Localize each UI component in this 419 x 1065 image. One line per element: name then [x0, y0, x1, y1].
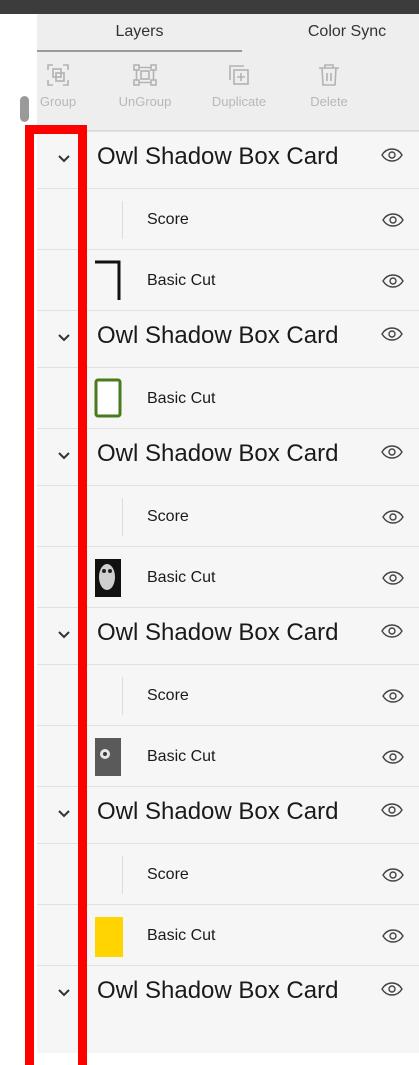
- layer-item-label: Score: [147, 687, 189, 704]
- layer-group-row[interactable]: Owl Shadow Box Card: [37, 131, 419, 189]
- duplicate-button[interactable]: Duplicate: [194, 62, 284, 122]
- layer-group-title: Owl Shadow Box Card: [97, 440, 339, 467]
- layer-tree-line: [122, 498, 123, 536]
- highlight-annotation: [25, 125, 87, 1065]
- layer-item-label: Basic Cut: [147, 569, 216, 586]
- layer-item-label: Score: [147, 211, 189, 228]
- layer-item-row[interactable]: Basic Cut: [37, 249, 419, 311]
- eye-icon[interactable]: [381, 148, 403, 162]
- layer-item-label: Score: [147, 508, 189, 525]
- layer-group-row[interactable]: Owl Shadow Box Card: [37, 310, 419, 368]
- layer-group-row[interactable]: Owl Shadow Box Card: [37, 965, 419, 1023]
- window-top-bar: [0, 0, 419, 14]
- eye-icon[interactable]: [382, 750, 404, 764]
- layer-item-row[interactable]: Score: [37, 843, 419, 905]
- layer-item-row[interactable]: Score: [37, 664, 419, 726]
- group-label: Group: [39, 94, 77, 109]
- layer-item-label: Basic Cut: [147, 272, 216, 289]
- layer-item-row[interactable]: Basic Cut: [37, 725, 419, 787]
- duplicate-label: Duplicate: [211, 94, 267, 109]
- layer-group-title: Owl Shadow Box Card: [97, 798, 339, 825]
- eye-icon[interactable]: [382, 868, 404, 882]
- eye-icon[interactable]: [382, 274, 404, 288]
- layer-item-label: Score: [147, 866, 189, 883]
- eye-icon[interactable]: [382, 929, 404, 943]
- layer-item-row[interactable]: Basic Cut: [37, 367, 419, 429]
- layer-item-label: Basic Cut: [147, 390, 216, 407]
- tab-layers[interactable]: Layers: [37, 14, 242, 52]
- layer-thumbnail: [95, 260, 121, 300]
- layer-group-row[interactable]: Owl Shadow Box Card: [37, 607, 419, 665]
- layer-item-label: Basic Cut: [147, 748, 216, 765]
- layer-thumbnail: [95, 559, 121, 597]
- ungroup-icon: [133, 64, 157, 86]
- layer-group-row[interactable]: Owl Shadow Box Card: [37, 786, 419, 844]
- layer-group-title: Owl Shadow Box Card: [97, 143, 339, 170]
- layer-group-title: Owl Shadow Box Card: [97, 977, 339, 1004]
- delete-label: Delete: [310, 94, 348, 109]
- eye-icon[interactable]: [382, 571, 404, 585]
- eye-icon[interactable]: [382, 689, 404, 703]
- tab-color-sync[interactable]: Color Sync: [257, 14, 419, 52]
- panel-tabs: Layers Color Sync: [37, 14, 419, 52]
- eye-icon[interactable]: [381, 327, 403, 341]
- ungroup-label: UnGroup: [118, 94, 172, 109]
- delete-button[interactable]: Delete: [284, 62, 374, 122]
- layer-group-title: Owl Shadow Box Card: [97, 322, 339, 349]
- layer-item-row[interactable]: Score: [37, 485, 419, 547]
- layer-tree-line: [122, 201, 123, 239]
- eye-icon[interactable]: [382, 510, 404, 524]
- group-button[interactable]: Group: [37, 62, 103, 122]
- layer-group-row[interactable]: Owl Shadow Box Card: [37, 428, 419, 486]
- scrollbar-handle[interactable]: [20, 96, 29, 122]
- layer-item-row[interactable]: Score: [37, 188, 419, 250]
- layer-item-row[interactable]: Basic Cut: [37, 546, 419, 608]
- layer-tree-line: [122, 856, 123, 894]
- eye-icon[interactable]: [381, 445, 403, 459]
- layer-thumbnail: [94, 378, 122, 418]
- layer-thumbnail: [95, 917, 123, 957]
- eye-icon[interactable]: [382, 213, 404, 227]
- eye-icon[interactable]: [381, 982, 403, 996]
- duplicate-icon: [229, 65, 249, 85]
- layers-toolbar: Group UnGroup Duplicate Delete: [37, 52, 419, 131]
- layer-item-row[interactable]: Basic Cut: [37, 904, 419, 966]
- group-icon: [47, 64, 69, 86]
- ungroup-button[interactable]: UnGroup: [100, 62, 190, 122]
- eye-icon[interactable]: [381, 624, 403, 638]
- layer-thumbnail: [95, 738, 121, 776]
- eye-icon[interactable]: [381, 803, 403, 817]
- delete-icon: [319, 64, 339, 86]
- layer-item-label: Basic Cut: [147, 927, 216, 944]
- layer-tree-line: [122, 677, 123, 715]
- layer-group-title: Owl Shadow Box Card: [97, 619, 339, 646]
